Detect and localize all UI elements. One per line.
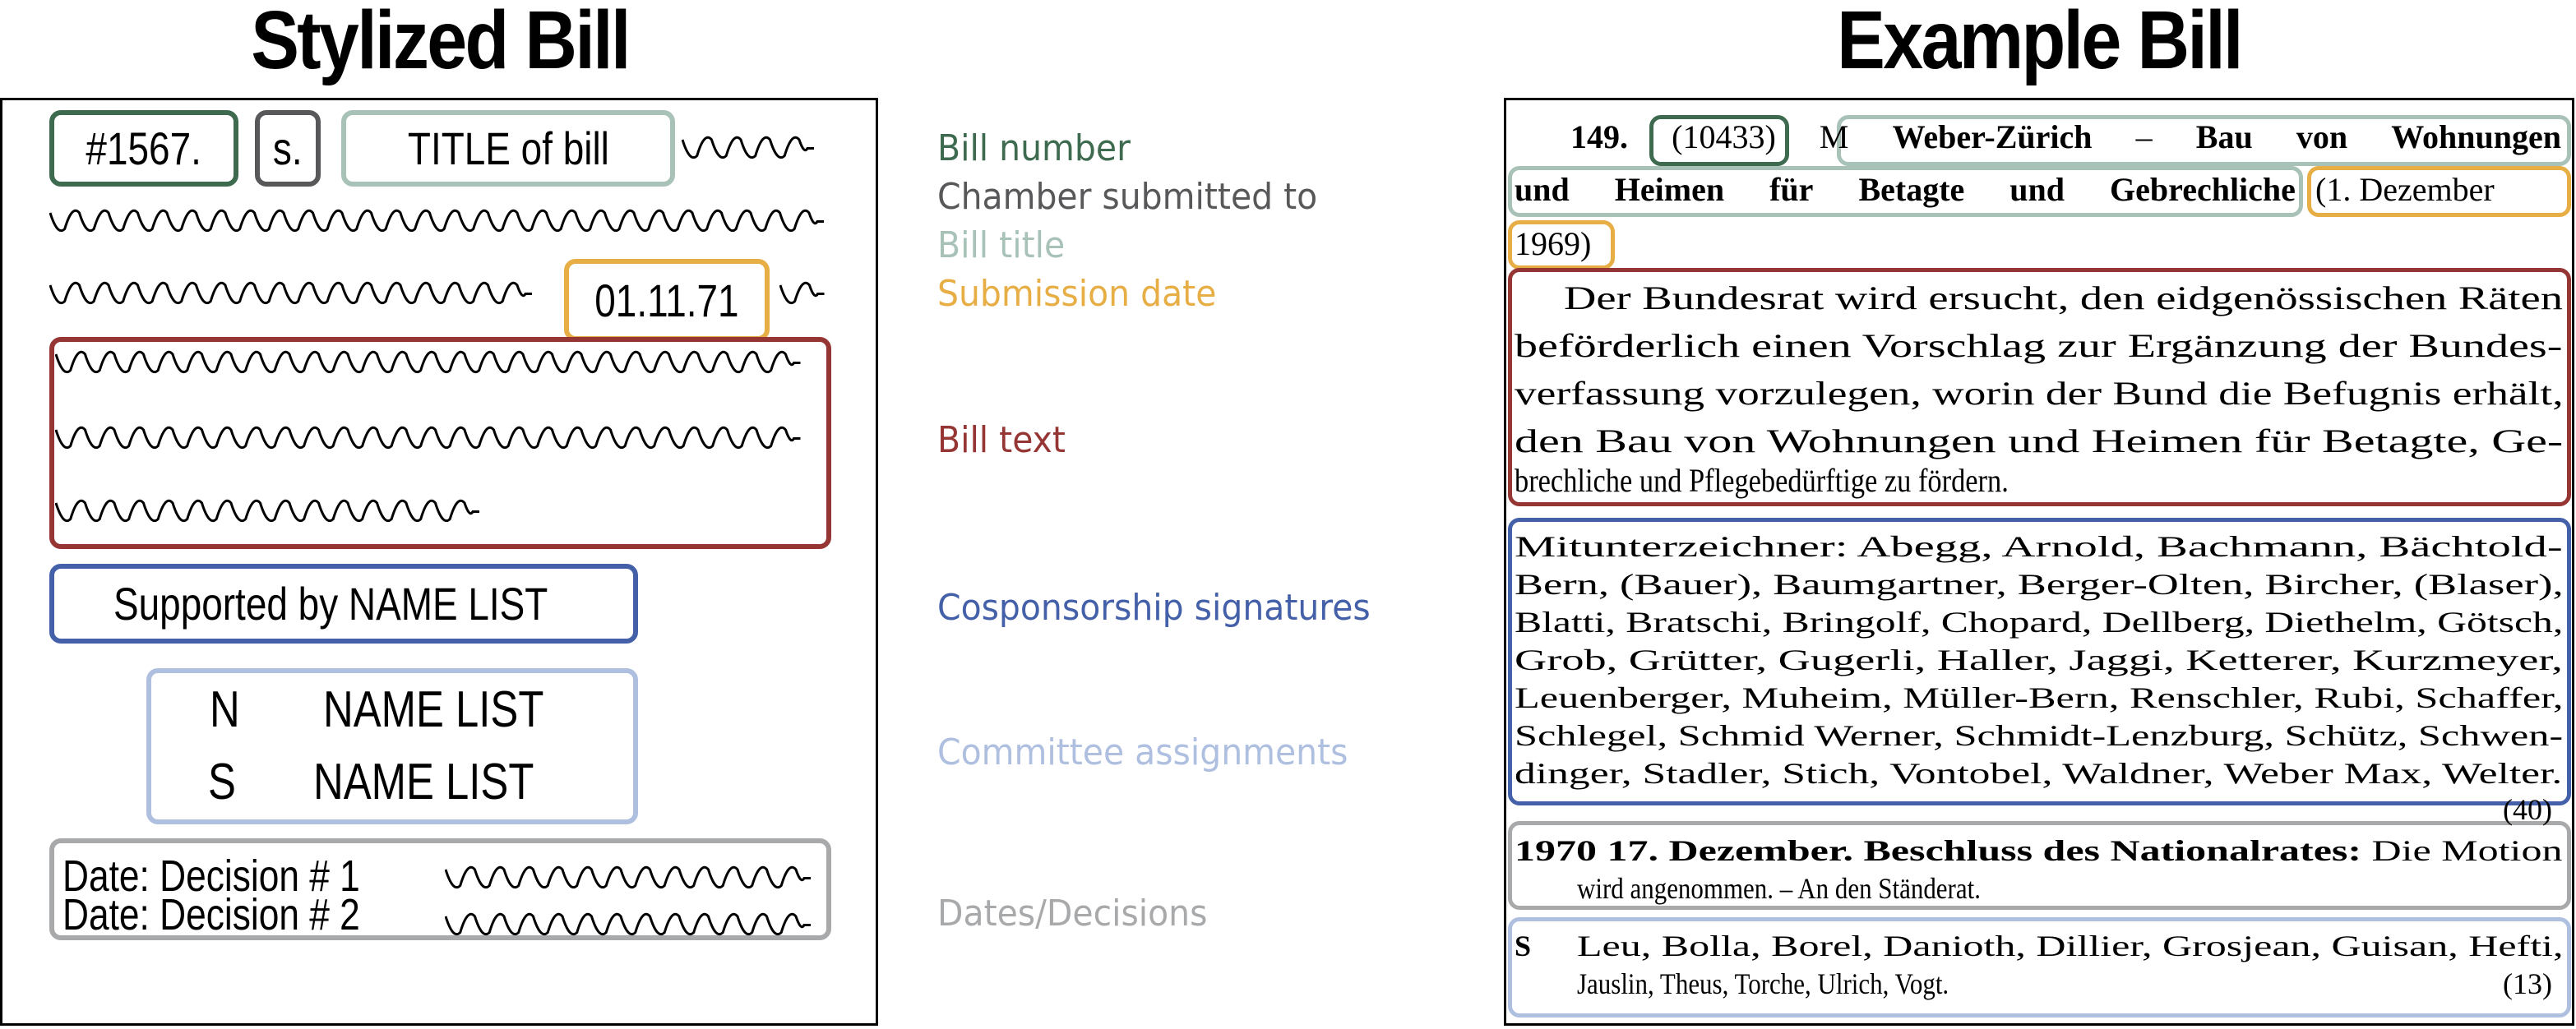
committee-chamber-n: N <box>210 681 240 738</box>
legend-committee: Committee assignments <box>937 731 1348 773</box>
bill-text-line: brechliche und Pflegebedürftige zu förde… <box>1515 462 2009 499</box>
placeholder-text-squiggle <box>55 425 826 450</box>
cosponsor-line: dinger, Stadler, Stich, Vontobel, Waldne… <box>1515 757 2563 790</box>
squiggle-line <box>445 865 811 889</box>
squiggle-line <box>682 136 814 159</box>
placeholder-text-squiggle <box>49 208 828 233</box>
squiggle-line <box>55 426 801 450</box>
committee-line-2: Jauslin, Theus, Torche, Ulrich, Vogt. <box>1577 967 1949 1000</box>
stylized-supported-by: Supported by NAME LIST <box>113 578 548 630</box>
example-title-word: für <box>1769 171 1814 208</box>
squiggle-path <box>55 350 801 374</box>
placeholder-text-squiggle <box>445 911 828 936</box>
placeholder-text-squiggle <box>779 280 828 305</box>
bill-text-line: verfassung vorzulegen, worin der Bund di… <box>1515 375 2564 412</box>
example-title-word: Gebrechliche <box>2110 171 2296 208</box>
bill-text-line: beförderlich einen Vorschlag zur Ergänzu… <box>1515 327 2563 364</box>
decision-line-2: wird angenommen. – An den Ständerat. <box>1577 872 1981 905</box>
legend-bill-text: Bill text <box>937 419 1066 461</box>
committee-chamber-s: S <box>208 754 236 810</box>
example-date-part-1: (1. Dezember <box>2315 171 2495 208</box>
committee-names-s: NAME LIST <box>313 754 534 810</box>
legend-bill-number: Bill number <box>937 127 1131 169</box>
example-title-word: Bau <box>2195 118 2253 155</box>
example-title-word: Heimen <box>1614 171 1725 208</box>
example-title-word: Betagte <box>1858 171 1965 208</box>
squiggle-line <box>55 499 479 523</box>
example-header-line-2: und Heimen für Betagte und Gebrechliche <box>1515 166 2296 214</box>
squiggle-path <box>779 281 825 305</box>
squiggle-line <box>779 281 825 305</box>
squiggle-line <box>55 350 801 374</box>
legend-bill-title: Bill title <box>937 224 1066 266</box>
placeholder-text-squiggle <box>49 280 557 305</box>
example-title-dash: – <box>2135 118 2153 155</box>
squiggle-line <box>445 912 811 936</box>
example-entry-number: 149. <box>1570 118 1628 155</box>
example-title-word: Wohnungen <box>2391 118 2561 155</box>
decision-date-chamber: 17. Dezember. Beschluss des Nationalrate… <box>1607 834 2362 867</box>
stylized-date: 01.11.71 <box>594 274 739 326</box>
stylized-bill-number-box: #1567. <box>49 110 238 187</box>
placeholder-text-squiggle <box>55 349 826 374</box>
stylized-chamber-box: s. <box>255 110 321 187</box>
stylized-chamber: s. <box>273 122 303 174</box>
stylized-bill-panel: #1567. s. TITLE of bill 01.11.71 Support… <box>0 98 878 1026</box>
squiggle-line <box>49 281 532 305</box>
squiggle-path <box>55 426 801 450</box>
example-bill-heading: Example Bill <box>1837 0 2243 86</box>
stylized-title: TITLE of bill <box>407 122 609 174</box>
stylized-date-box: 01.11.71 <box>564 259 770 341</box>
squiggle-path <box>445 912 811 936</box>
committee-count: (13) <box>2503 967 2552 1000</box>
example-title-word: von <box>2296 118 2348 155</box>
example-title-word: und <box>2009 171 2065 208</box>
example-title-word: und <box>1515 171 1570 208</box>
committee-names-n: NAME LIST <box>323 681 544 738</box>
bill-text-line: Der Bundesrat wird ersucht, den eidgenös… <box>1564 279 2563 316</box>
squiggle-line <box>49 209 824 233</box>
decision-2: Date: Decision # 2 <box>62 890 360 939</box>
stylized-cosponsorship-box: Supported by NAME LIST <box>49 564 638 644</box>
legend-cosponsorship: Cosponsorship signatures <box>937 587 1371 629</box>
placeholder-text-squiggle <box>682 135 828 159</box>
example-bill-number: (10433) <box>1672 118 1776 155</box>
example-bill-panel: 149. (10433) M Weber-Zürich – Bau von Wo… <box>1504 98 2574 1026</box>
committee-chamber: S <box>1515 930 1532 962</box>
example-date-part-2: 1969) <box>1515 225 1592 262</box>
stylized-title-box: TITLE of bill <box>341 110 675 187</box>
squiggle-path <box>49 281 532 305</box>
squiggle-path <box>49 209 824 233</box>
legend-decisions: Dates/Decisions <box>937 893 1208 934</box>
stylized-bill-number: #1567. <box>86 122 202 174</box>
example-header-line-1: 149. (10433) M Weber-Zürich – Bau von Wo… <box>1570 113 2561 161</box>
example-title-author: Weber-Zürich <box>1892 118 2093 155</box>
example-chamber: M <box>1819 118 1849 155</box>
legend-submission-date: Submission date <box>937 273 1217 315</box>
decision-year: 1970 <box>1515 834 1597 867</box>
stylized-bill-heading: Stylized Bill <box>251 0 631 86</box>
squiggle-path <box>55 499 479 523</box>
legend-chamber: Chamber submitted to <box>937 176 1318 218</box>
decision-outcome-start: Die Motion <box>2371 834 2563 867</box>
placeholder-text-squiggle <box>445 865 828 889</box>
placeholder-text-squiggle <box>55 498 491 523</box>
squiggle-path <box>682 136 814 159</box>
squiggle-path <box>445 865 811 889</box>
